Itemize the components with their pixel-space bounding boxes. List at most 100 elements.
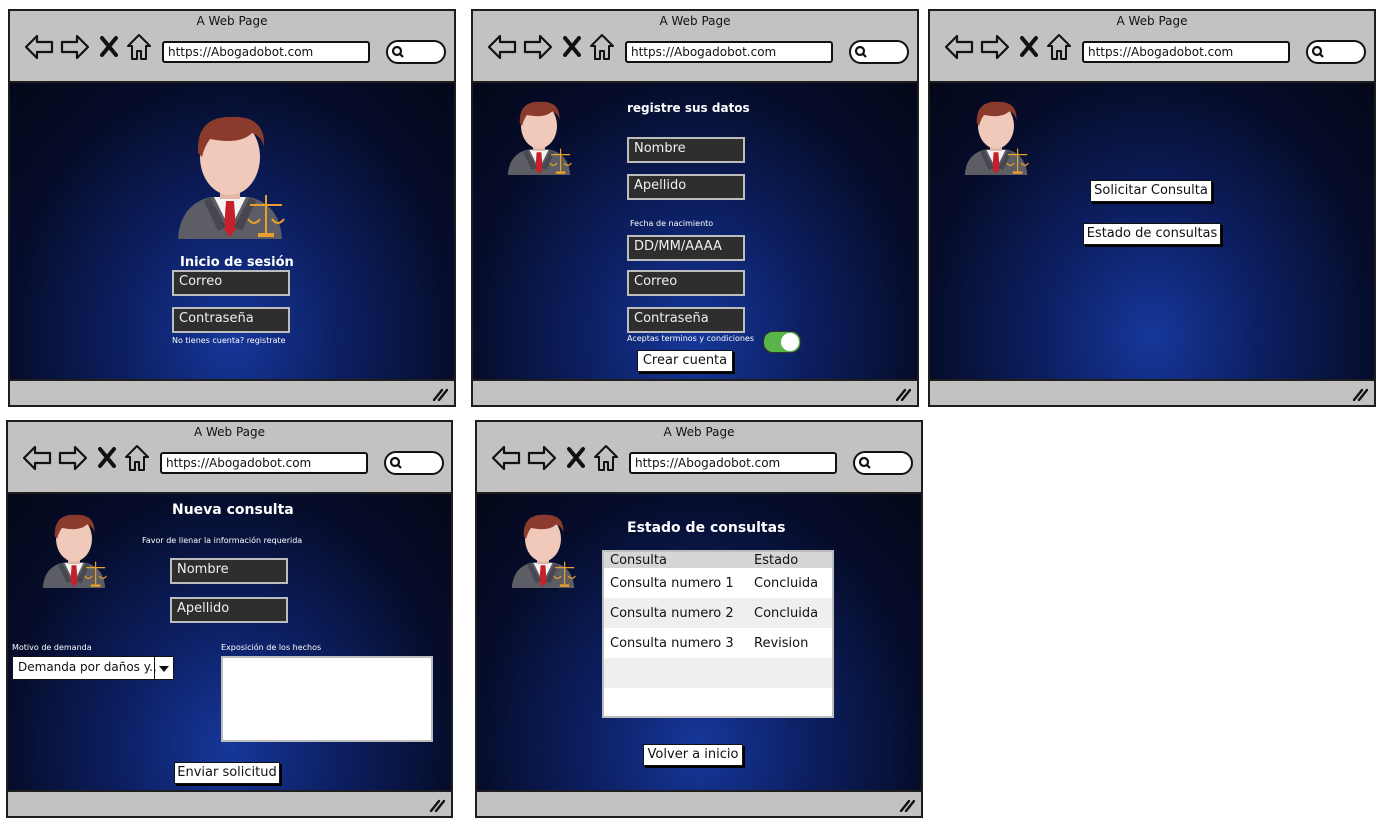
url-bar[interactable]: https://Abogadobot.com (160, 452, 368, 474)
search-field[interactable] (386, 40, 446, 64)
search-field[interactable] (853, 451, 913, 475)
back-arrow-icon[interactable] (22, 444, 52, 472)
forward-arrow-icon[interactable] (527, 444, 557, 472)
forward-arrow-icon[interactable] (58, 444, 88, 472)
browser-toolbar: A Web Page https://Abogadobot.com (930, 11, 1374, 83)
close-icon[interactable] (1020, 33, 1038, 61)
home-icon[interactable] (589, 33, 615, 61)
password-field[interactable]: Contraseña (627, 307, 745, 333)
close-icon[interactable] (567, 444, 585, 472)
browser-statusbar (10, 379, 454, 405)
table-cell-estado: Concluida (754, 605, 819, 621)
register-heading: registre sus datos (627, 101, 750, 115)
page-content: Nueva consulta Favor de llenar la inform… (8, 494, 451, 792)
resize-grip-icon[interactable] (899, 798, 915, 812)
page-content: Solicitar Consulta Estado de consultas (930, 83, 1374, 381)
browser-statusbar (8, 790, 451, 816)
dropdown-arrow-area[interactable] (154, 657, 173, 679)
table-row[interactable]: Consulta numero 1 Concluida (604, 568, 832, 598)
resize-grip-icon[interactable] (432, 387, 448, 401)
browser-toolbar: A Web Page https://Abogadobot.com (10, 11, 454, 83)
table-cell-estado: Revision (754, 635, 809, 651)
status-heading: Estado de consultas (627, 520, 786, 536)
browser-statusbar (477, 790, 921, 816)
back-arrow-icon[interactable] (24, 33, 54, 61)
resize-grip-icon[interactable] (429, 798, 445, 812)
browser-toolbar: A Web Page https://Abogadobot.com (473, 11, 917, 83)
table-cell-consulta (604, 658, 748, 688)
search-field[interactable] (384, 451, 444, 475)
lawyer-avatar-icon (503, 97, 575, 175)
table-cell-estado (748, 658, 832, 688)
url-bar[interactable]: https://Abogadobot.com (629, 452, 837, 474)
home-icon[interactable] (126, 33, 152, 61)
email-field[interactable]: Correo (172, 270, 290, 296)
page-content: Inicio de sesión Correo Contraseña No ti… (10, 83, 454, 381)
register-link[interactable]: No tienes cuenta? registrate (172, 336, 286, 345)
page-title: A Web Page (659, 14, 731, 28)
email-field[interactable]: Correo (627, 270, 745, 296)
first-name-field[interactable]: Nombre (627, 137, 745, 163)
password-field[interactable]: Contraseña (172, 307, 290, 333)
table-cell-consulta: Consulta numero 2 (610, 605, 734, 621)
url-bar[interactable]: https://Abogadobot.com (162, 41, 370, 63)
table-row[interactable] (604, 658, 832, 688)
birthdate-field[interactable]: DD/MM/AAAA (627, 235, 745, 261)
consultation-status-button[interactable]: Estado de consultas (1083, 223, 1221, 245)
toggle-knob (781, 333, 799, 351)
reason-label: Motivo de demanda (12, 643, 92, 652)
facts-label: Exposición de los hechos (221, 643, 322, 652)
search-icon (389, 456, 402, 469)
back-arrow-icon[interactable] (491, 444, 521, 472)
page-content: registre sus datos Nombre Apellido Fecha… (473, 83, 917, 381)
search-field[interactable] (849, 40, 909, 64)
login-heading: Inicio de sesión (180, 255, 294, 270)
search-icon (391, 45, 404, 58)
first-name-field[interactable]: Nombre (170, 558, 288, 584)
lawyer-avatar-icon (170, 109, 290, 239)
back-home-button[interactable]: Volver a inicio (643, 744, 743, 766)
close-icon[interactable] (563, 33, 581, 61)
resize-grip-icon[interactable] (895, 387, 911, 401)
request-consultation-button[interactable]: Solicitar Consulta (1090, 180, 1212, 202)
forward-arrow-icon[interactable] (60, 33, 90, 61)
last-name-field[interactable]: Apellido (627, 174, 745, 200)
home-icon[interactable] (1046, 33, 1072, 61)
create-account-button[interactable]: Crear cuenta (637, 350, 733, 372)
home-icon[interactable] (124, 444, 150, 472)
table-cell-consulta: Consulta numero 3 (610, 635, 734, 651)
table-cell-estado (748, 688, 832, 714)
url-bar[interactable]: https://Abogadobot.com (625, 41, 833, 63)
browser-window-register: A Web Page https://Abogadobot.com regist… (471, 9, 919, 407)
browser-window-consultation-status: A Web Page https://Abogadobot.com Estado… (475, 420, 923, 818)
home-icon[interactable] (593, 444, 619, 472)
birthdate-label: Fecha de nacimiento (630, 219, 714, 228)
forward-arrow-icon[interactable] (523, 33, 553, 61)
table-row[interactable]: Consulta numero 3 Revision (604, 628, 832, 658)
table-cell-estado: Concluida (754, 575, 819, 591)
form-instructions: Favor de llenar la información requerida (142, 536, 303, 545)
forward-arrow-icon[interactable] (980, 33, 1010, 61)
lawyer-avatar-icon (38, 510, 110, 588)
facts-textarea[interactable] (221, 656, 433, 742)
submit-request-button[interactable]: Enviar solicitud (174, 762, 280, 784)
resize-grip-icon[interactable] (1352, 387, 1368, 401)
url-bar[interactable]: https://Abogadobot.com (1082, 41, 1290, 63)
table-cell-consulta: Consulta numero 1 (610, 575, 734, 591)
table-row[interactable]: Consulta numero 2 Concluida (604, 598, 832, 628)
close-icon[interactable] (100, 33, 118, 61)
close-icon[interactable] (98, 444, 116, 472)
terms-toggle[interactable] (763, 331, 801, 353)
reason-dropdown[interactable]: Demanda por daños y.. (12, 656, 174, 680)
chevron-down-icon (159, 666, 169, 672)
column-header-estado: Estado (754, 552, 799, 568)
back-arrow-icon[interactable] (487, 33, 517, 61)
search-icon (1311, 45, 1324, 58)
search-field[interactable] (1306, 40, 1366, 64)
table-row[interactable] (604, 688, 832, 714)
lawyer-avatar-icon (960, 97, 1032, 175)
back-arrow-icon[interactable] (944, 33, 974, 61)
last-name-field[interactable]: Apellido (170, 597, 288, 623)
browser-toolbar: A Web Page https://Abogadobot.com (477, 422, 921, 494)
page-title: A Web Page (663, 425, 735, 439)
